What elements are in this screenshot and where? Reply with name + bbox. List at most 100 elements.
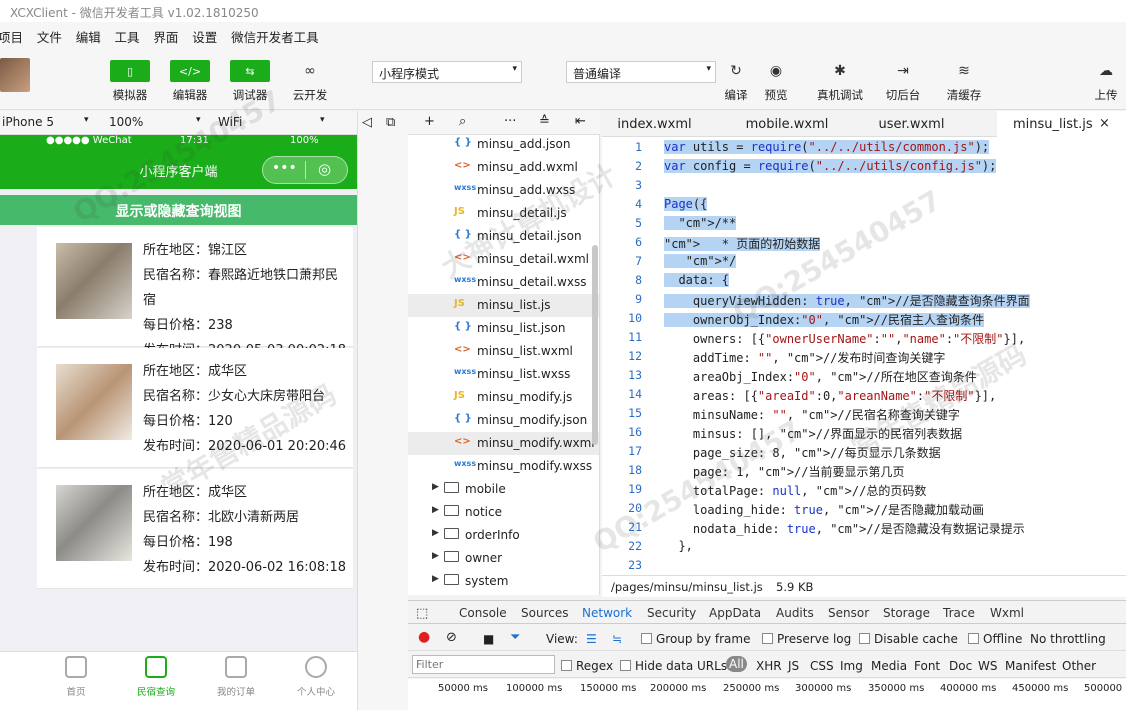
menu-project[interactable]: 项目 <box>0 22 27 46</box>
device-select[interactable]: iPhone 5 <box>2 115 54 129</box>
collapse-icon[interactable]: ⇤ <box>575 114 586 129</box>
tab-minsu-list-js[interactable]: minsu_list.js × <box>997 111 1126 137</box>
tab-home[interactable]: 首页 <box>36 656 116 698</box>
file-item[interactable]: <> minsu_detail.wxml <box>408 248 599 271</box>
file-item[interactable]: { } minsu_add.json <box>408 135 599 156</box>
remote-debug-button[interactable]: ✱ 真机调试 <box>812 60 868 103</box>
background-button[interactable]: ⇥ 切后台 <box>875 60 931 103</box>
compile-select[interactable]: 普通编译 ▾ <box>566 61 716 83</box>
tab-trace[interactable]: Trace <box>943 606 975 620</box>
list-view-icon[interactable]: ☰ <box>586 632 597 646</box>
menu-view[interactable]: 界面 <box>153 22 182 46</box>
tab-storage[interactable]: Storage <box>883 606 930 620</box>
type-js[interactable]: JS <box>788 659 799 673</box>
hide-data-urls-checkbox[interactable]: Hide data URLs <box>620 659 727 673</box>
preserve-log-checkbox[interactable]: Preserve log <box>762 632 851 646</box>
upload-button[interactable]: ☁ 上传 <box>1078 60 1126 103</box>
menu-settings[interactable]: 设置 <box>192 22 221 46</box>
file-item[interactable]: wxss minsu_detail.wxss <box>408 271 599 294</box>
zoom-select[interactable]: 100% <box>109 115 143 129</box>
file-item[interactable]: wxss minsu_modify.wxss <box>408 455 599 478</box>
tab-security[interactable]: Security <box>647 606 696 620</box>
tab-minsu-query[interactable]: 民宿查询 <box>116 656 196 698</box>
file-item[interactable]: wxss minsu_add.wxss <box>408 179 599 202</box>
list-item[interactable]: 所在地区：成华区 民宿名称：少女心大床房带阳台 每日价格：120 发布时间：20… <box>37 348 353 468</box>
file-item[interactable]: wxss minsu_list.wxss <box>408 363 599 386</box>
type-all[interactable]: All <box>726 656 747 672</box>
mode-select[interactable]: 小程序模式 ▾ <box>372 61 522 83</box>
type-ws[interactable]: WS <box>978 659 997 673</box>
type-doc[interactable]: Doc <box>949 659 972 673</box>
type-css[interactable]: CSS <box>810 659 834 673</box>
capsule-menu[interactable]: ••• ◎ <box>262 156 348 184</box>
list-item[interactable]: 所在地区：锦江区 民宿名称：春熙路近地铁口萧邦民宿 每日价格：238 发布时间：… <box>37 227 353 358</box>
list-item[interactable]: 所在地区：成华区 民宿名称：北欧小清新两居 每日价格：198 发布时间：2020… <box>37 469 353 589</box>
search-icon[interactable]: ⌕ <box>459 114 466 129</box>
volume-icon[interactable]: ◁ <box>362 115 372 130</box>
tab-profile[interactable]: 个人中心 <box>276 656 356 698</box>
type-other[interactable]: Other <box>1062 659 1096 673</box>
filter-icon[interactable]: ⏷ <box>510 630 520 645</box>
tab-sensor[interactable]: Sensor <box>828 606 869 620</box>
more-icon[interactable]: ••• <box>272 160 297 176</box>
code-editor[interactable]: 1 var utils = require("../../utils/common… <box>602 137 1126 575</box>
tab-appdata[interactable]: AppData <box>709 606 761 620</box>
tab-mobile-wxml[interactable]: mobile.wxml <box>732 111 842 137</box>
menu-devtools[interactable]: 微信开发者工具 <box>231 22 323 46</box>
close-icon[interactable]: × <box>1099 116 1110 131</box>
tab-sources[interactable]: Sources <box>521 606 568 620</box>
tab-console[interactable]: Console <box>459 606 507 620</box>
record-icon[interactable]: ● <box>418 629 430 645</box>
scrollbar[interactable] <box>592 245 598 445</box>
editor-button[interactable]: </> 编辑器 <box>162 60 218 103</box>
throttling-select[interactable]: No throttling <box>1030 632 1106 646</box>
debugger-button[interactable]: ⇆ 调试器 <box>222 60 278 103</box>
type-font[interactable]: Font <box>914 659 940 673</box>
folder-item[interactable]: ▶ orderInfo <box>408 524 599 547</box>
waterfall-icon[interactable]: ≒ <box>612 632 622 646</box>
file-item[interactable]: JS minsu_detail.js <box>408 202 599 225</box>
file-item[interactable]: <> minsu_add.wxml <box>408 156 599 179</box>
cloud-button[interactable]: ∞ 云开发 <box>282 60 338 103</box>
tab-network[interactable]: Network <box>582 606 632 620</box>
folder-item[interactable]: ▶ mobile <box>408 478 599 501</box>
type-img[interactable]: Img <box>840 659 863 673</box>
inspect-icon[interactable]: ⬚ <box>416 606 428 621</box>
camera-icon[interactable]: ■ <box>483 632 494 646</box>
toggle-query-button[interactable]: 显示或隐藏查询视图 <box>0 195 357 225</box>
type-media[interactable]: Media <box>871 659 907 673</box>
more-icon[interactable]: ··· <box>504 114 516 129</box>
folder-item[interactable]: ▶ system <box>408 570 599 593</box>
file-item[interactable]: <> minsu_modify.wxml <box>408 432 599 455</box>
type-manifest[interactable]: Manifest <box>1005 659 1056 673</box>
file-item[interactable]: JS minsu_modify.js <box>408 386 599 409</box>
type-xhr[interactable]: XHR <box>756 659 782 673</box>
tab-orders[interactable]: 我的订单 <box>196 656 276 698</box>
folder-item[interactable]: ▶ owner <box>408 547 599 570</box>
sort-icon[interactable]: ≙ <box>539 114 550 129</box>
file-item[interactable]: { } minsu_detail.json <box>408 225 599 248</box>
simulator-button[interactable]: ▯ 模拟器 <box>102 60 158 103</box>
regex-checkbox[interactable]: Regex <box>561 659 613 673</box>
tab-index-wxml[interactable]: index.wxml <box>602 111 707 137</box>
folder-item[interactable]: ▶ notice <box>408 501 599 524</box>
menu-edit[interactable]: 编辑 <box>76 22 105 46</box>
offline-checkbox[interactable]: Offline <box>968 632 1022 646</box>
tab-wxml[interactable]: Wxml <box>990 606 1024 620</box>
add-icon[interactable]: + <box>424 114 435 129</box>
network-select[interactable]: WiFi <box>218 115 242 129</box>
clear-cache-button[interactable]: ≋ 清缓存 <box>936 60 992 103</box>
file-item[interactable]: { } minsu_list.json <box>408 317 599 340</box>
avatar[interactable] <box>0 58 30 92</box>
menu-file[interactable]: 文件 <box>37 22 66 46</box>
close-icon[interactable]: ◎ <box>318 160 331 178</box>
preview-button[interactable]: ◉ 预览 <box>748 60 804 103</box>
window-icon[interactable]: ⧉ <box>386 115 395 130</box>
tab-audits[interactable]: Audits <box>776 606 814 620</box>
filter-input[interactable] <box>412 655 555 674</box>
file-item[interactable]: <> minsu_list.wxml <box>408 340 599 363</box>
file-item[interactable]: { } minsu_modify.json <box>408 409 599 432</box>
menu-tools[interactable]: 工具 <box>115 22 144 46</box>
tab-user-wxml[interactable]: user.wxml <box>864 111 959 137</box>
group-by-frame-checkbox[interactable]: Group by frame <box>641 632 750 646</box>
